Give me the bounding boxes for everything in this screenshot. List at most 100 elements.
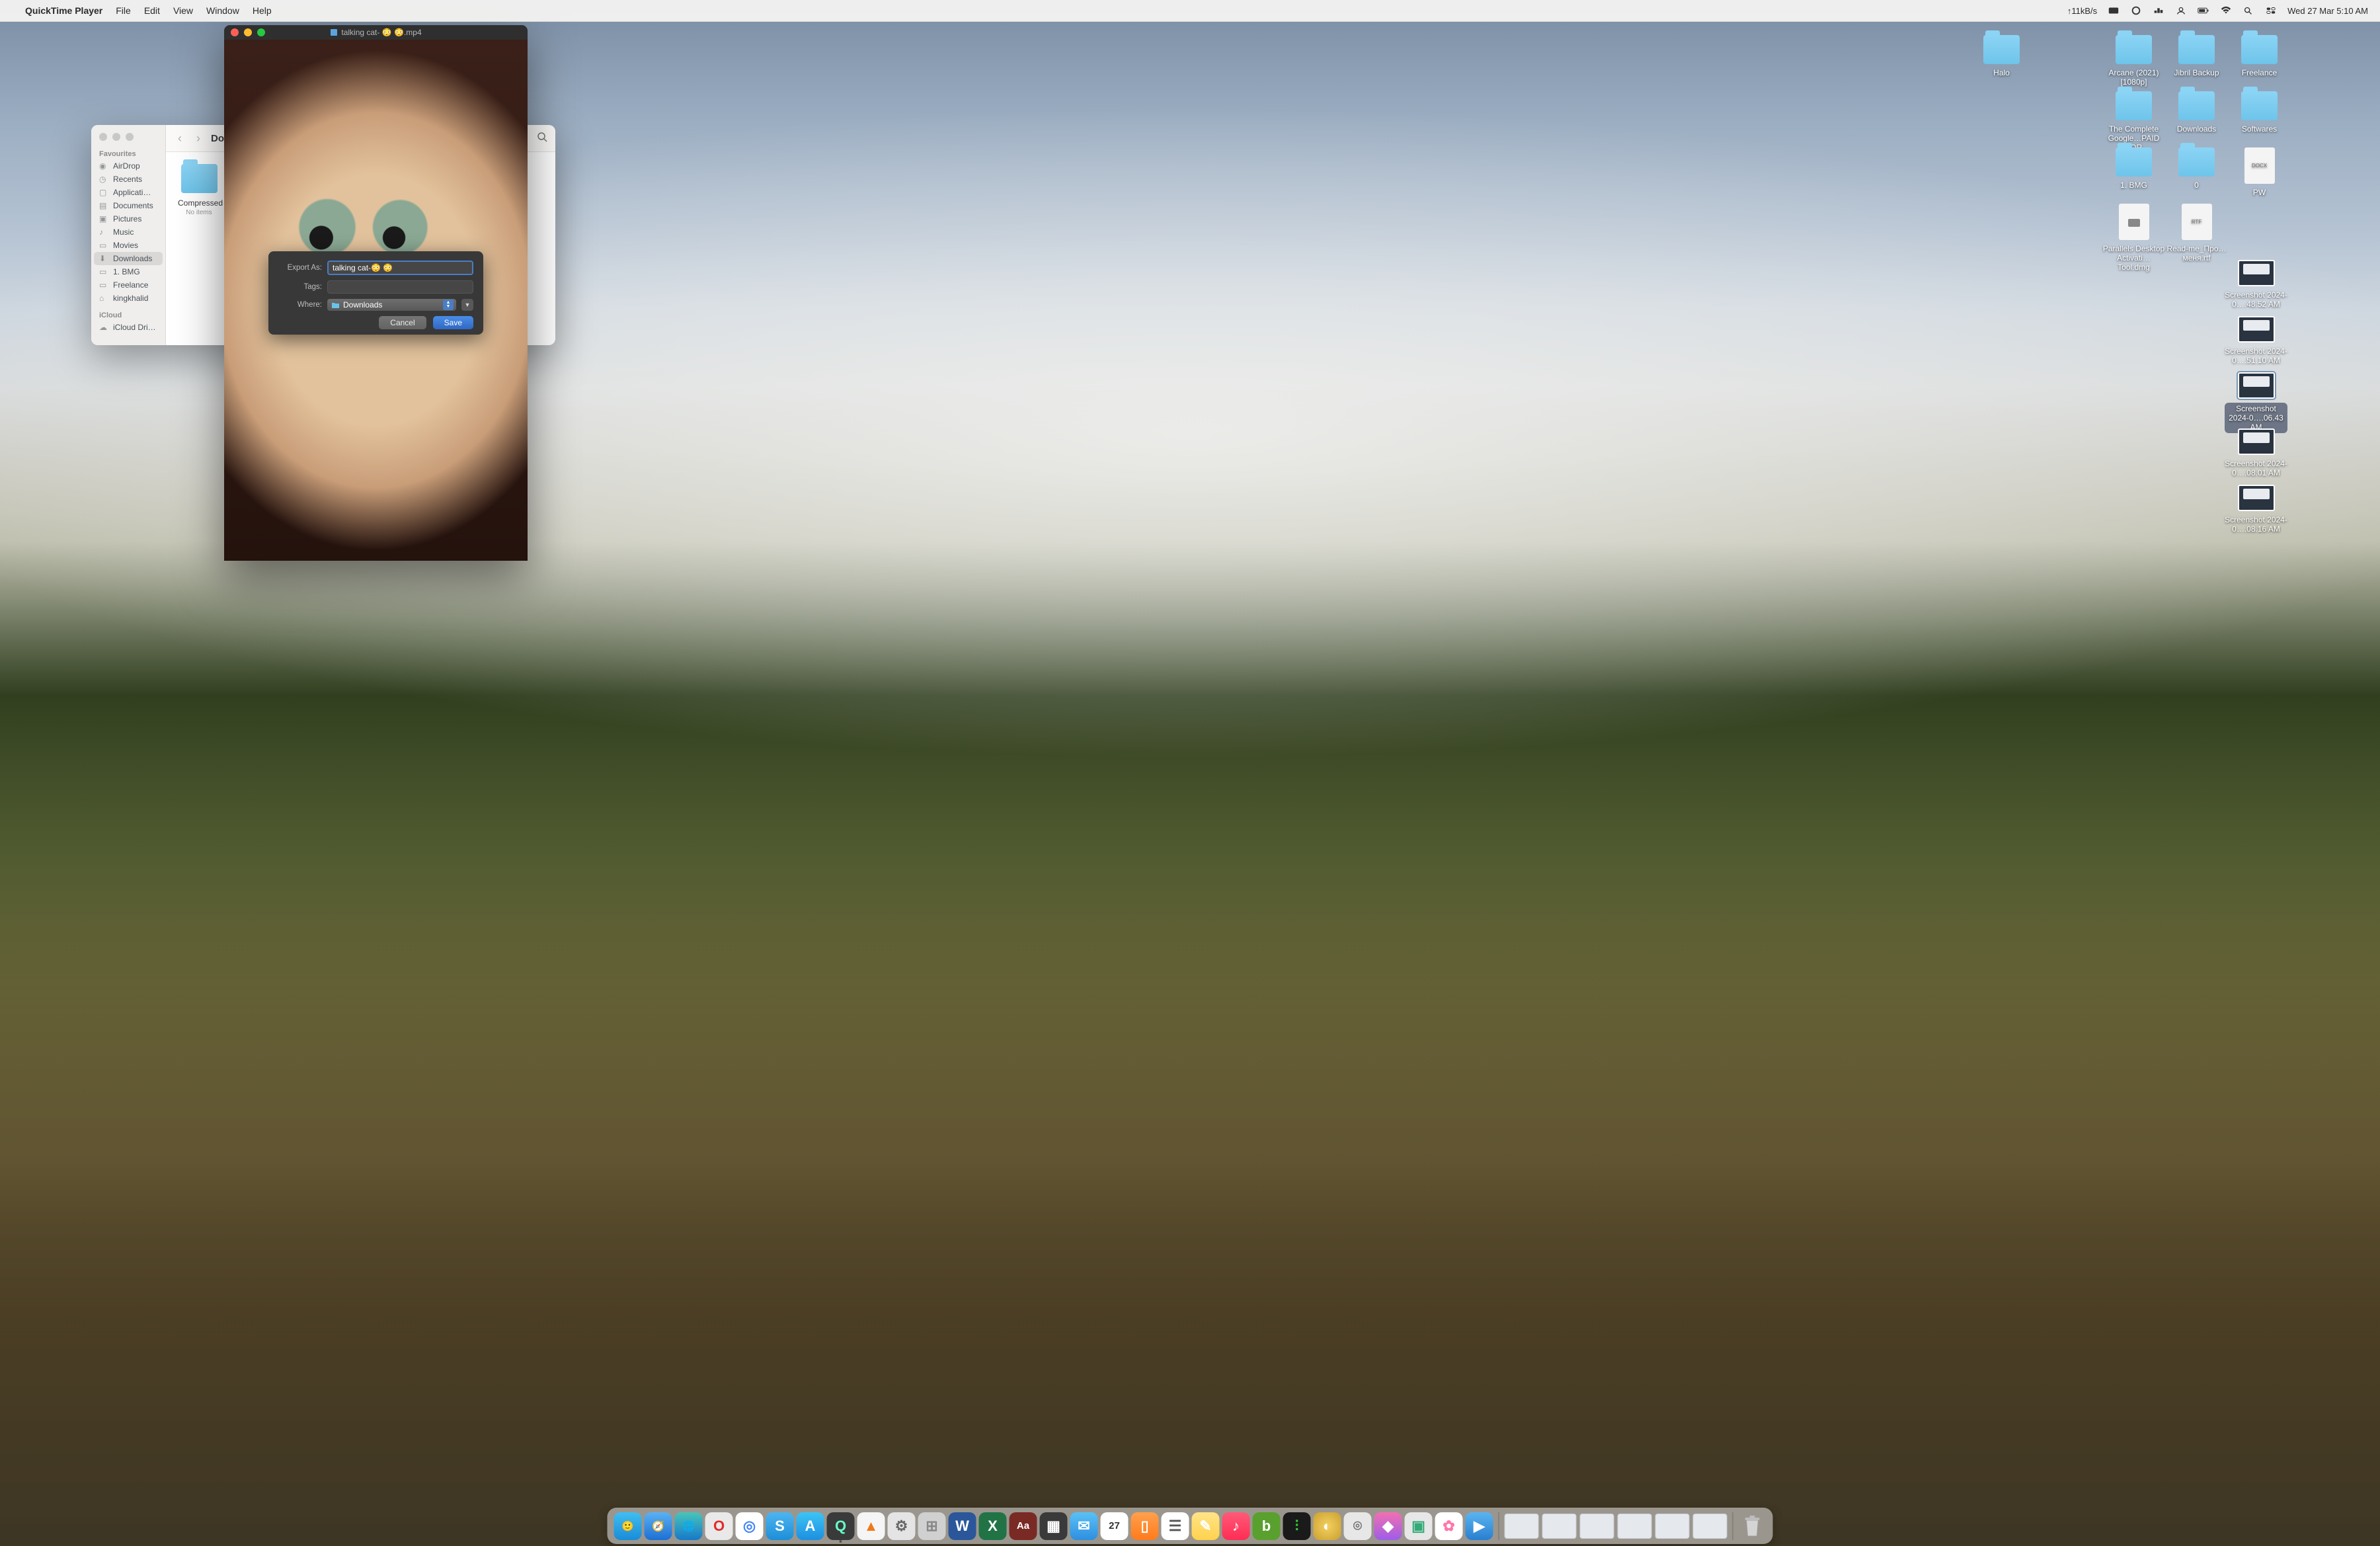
dock-app-edge[interactable]: 🌐	[675, 1512, 703, 1540]
dock-app-skype[interactable]: S	[766, 1512, 794, 1540]
desktop-screenshot-selected[interactable]: Screenshot 2024-0….06.43 AM	[2225, 372, 2287, 433]
tags-input[interactable]	[327, 280, 473, 294]
sidebar-item-icloud-drive[interactable]: ☁iCloud Dri…	[91, 321, 165, 334]
dock-app-reminders[interactable]: ☰	[1162, 1512, 1189, 1540]
spotlight-icon[interactable]	[2242, 5, 2254, 16]
zoom-icon[interactable]	[126, 133, 134, 141]
sidebar-item-recents[interactable]: ◷Recents	[91, 173, 165, 186]
save-button[interactable]: Save	[433, 316, 473, 329]
cancel-button[interactable]: Cancel	[379, 316, 426, 329]
desktop-screenshot[interactable]: Screenshot 2024-0….51.10 AM	[2225, 316, 2287, 365]
date-time[interactable]: Wed 27 Mar 5:10 AM	[2287, 6, 2368, 16]
dock-app-notes[interactable]: ✎	[1192, 1512, 1220, 1540]
status-sync-icon[interactable]	[2153, 5, 2164, 16]
desktop-folder[interactable]: Arcane (2021) [1080p]	[2102, 35, 2165, 87]
desktop-file[interactable]: Parallels Desktop Activati…Tool.dmg	[2102, 204, 2165, 272]
sidebar-item-1-bmg[interactable]: ▭1. BMG	[91, 265, 165, 278]
sidebar-item-applicati-[interactable]: ▢Applicati…	[91, 186, 165, 199]
forward-button[interactable]: ›	[192, 132, 204, 145]
status-app-icon[interactable]	[2130, 5, 2142, 16]
tags-label: Tags:	[278, 283, 322, 291]
desktop-screenshot[interactable]: Screenshot 2024-0….08.01 AM	[2225, 428, 2287, 477]
desktop-folder[interactable]: Jibril Backup	[2165, 35, 2228, 77]
where-dropdown[interactable]: Downloads ▲▼	[327, 299, 456, 311]
export-as-input[interactable]	[327, 261, 473, 275]
dock-minimized-window[interactable]	[1580, 1514, 1614, 1539]
zoom-icon[interactable]	[257, 28, 265, 36]
dock-app-music[interactable]: ♪	[1222, 1512, 1250, 1540]
dock-app-launchpad[interactable]: ⊞	[918, 1512, 946, 1540]
sidebar-item-downloads[interactable]: ⬇Downloads	[94, 252, 163, 265]
sidebar-item-music[interactable]: ♪Music	[91, 225, 165, 239]
dock-app-preview[interactable]: ▣	[1405, 1512, 1433, 1540]
menu-help[interactable]: Help	[253, 5, 272, 16]
trash-icon[interactable]	[1739, 1512, 1766, 1540]
desktop-folder[interactable]: 0	[2165, 147, 2228, 190]
dock-app-calculator[interactable]: ▦	[1040, 1512, 1068, 1540]
minimize-icon[interactable]	[112, 133, 120, 141]
dock-app-books[interactable]: ▯	[1131, 1512, 1159, 1540]
desktop-folder[interactable]: Halo	[1970, 35, 2033, 77]
dock-app-appstore[interactable]: A	[797, 1512, 824, 1540]
dock-app-word[interactable]: W	[949, 1512, 976, 1540]
dock-app-app-gold[interactable]: ◐	[1314, 1512, 1341, 1540]
sidebar-item-pictures[interactable]: ▣Pictures	[91, 212, 165, 225]
disclosure-button[interactable]: ▼	[461, 299, 473, 311]
dock-app-app-play[interactable]: ▶	[1466, 1512, 1493, 1540]
sidebar-item-airdrop[interactable]: ◉AirDrop	[91, 159, 165, 173]
desktop-folder[interactable]: Softwares	[2228, 91, 2291, 134]
desktop-screenshot[interactable]: Screenshot 2024-0….08.16 AM	[2225, 485, 2287, 534]
back-button[interactable]: ‹	[174, 132, 186, 145]
close-icon[interactable]	[99, 133, 107, 141]
dock-app-app-b[interactable]: b	[1253, 1512, 1281, 1540]
dock-app-activity[interactable]: ⫶	[1283, 1512, 1311, 1540]
sidebar-item-icon: ⌂	[99, 294, 109, 303]
dock-app-calendar[interactable]: 27	[1101, 1512, 1129, 1540]
dock-app-excel[interactable]: X	[979, 1512, 1007, 1540]
dock-app-shortcuts[interactable]: ◆	[1374, 1512, 1402, 1540]
app-name[interactable]: QuickTime Player	[25, 5, 102, 16]
dock-app-photos[interactable]: ✿	[1435, 1512, 1463, 1540]
dock-app-quicktime[interactable]: Q	[827, 1512, 855, 1540]
dock-minimized-window[interactable]	[1505, 1514, 1539, 1539]
dock-app-finder[interactable]: 🙂	[614, 1512, 642, 1540]
dock-app-dictionary[interactable]: Aa	[1010, 1512, 1037, 1540]
dock-minimized-window[interactable]	[1618, 1514, 1652, 1539]
menu-edit[interactable]: Edit	[144, 5, 160, 16]
desktop-folder[interactable]: Freelance	[2228, 35, 2291, 77]
wifi-icon[interactable]	[2220, 5, 2232, 16]
desktop-file[interactable]: RTFRead-me_Про…меня.rtf	[2165, 204, 2228, 263]
dock-app-mail[interactable]: ✉	[1070, 1512, 1098, 1540]
finder-folder-item[interactable]: CompressedNo items	[178, 164, 220, 216]
network-speed-status[interactable]: ↑11kB/s	[2067, 6, 2097, 16]
desktop-folder[interactable]: The Complete Google…PAID FOR	[2102, 91, 2165, 152]
dock-minimized-window[interactable]	[1693, 1514, 1727, 1539]
minimize-icon[interactable]	[244, 28, 252, 36]
sidebar-item-freelance[interactable]: ▭Freelance	[91, 278, 165, 292]
dock-minimized-window[interactable]	[1542, 1514, 1577, 1539]
control-center-icon[interactable]	[2265, 5, 2277, 16]
status-user-icon[interactable]	[2175, 5, 2187, 16]
desktop-folder[interactable]: 1. BMG	[2102, 147, 2165, 190]
status-cleanmymac-icon[interactable]	[2108, 5, 2120, 16]
dock-app-chrome[interactable]: ◎	[736, 1512, 764, 1540]
dock-app-settings[interactable]: ⚙	[888, 1512, 916, 1540]
quicktime-titlebar[interactable]: talking cat- 😳 😳.mp4	[224, 25, 528, 40]
dock-minimized-window[interactable]	[1655, 1514, 1690, 1539]
menu-window[interactable]: Window	[206, 5, 239, 16]
dock-app-vlc[interactable]: ▲	[857, 1512, 885, 1540]
search-icon[interactable]	[537, 132, 547, 145]
dock-app-safari[interactable]: 🧭	[645, 1512, 672, 1540]
desktop-file[interactable]: DOCXPW	[2228, 147, 2291, 197]
close-icon[interactable]	[231, 28, 239, 36]
sidebar-item-documents[interactable]: ▤Documents	[91, 199, 165, 212]
battery-icon[interactable]	[2198, 5, 2209, 16]
sidebar-item-movies[interactable]: ▭Movies	[91, 239, 165, 252]
dock-app-diskutility[interactable]: ⌾	[1344, 1512, 1372, 1540]
desktop-folder[interactable]: Downloads	[2165, 91, 2228, 134]
menu-file[interactable]: File	[116, 5, 131, 16]
sidebar-item-kingkhalid[interactable]: ⌂kingkhalid	[91, 292, 165, 305]
dock-app-opera[interactable]: O	[705, 1512, 733, 1540]
menu-view[interactable]: View	[173, 5, 193, 16]
desktop-screenshot[interactable]: Screenshot 2024-0….48.52 AM	[2225, 260, 2287, 309]
